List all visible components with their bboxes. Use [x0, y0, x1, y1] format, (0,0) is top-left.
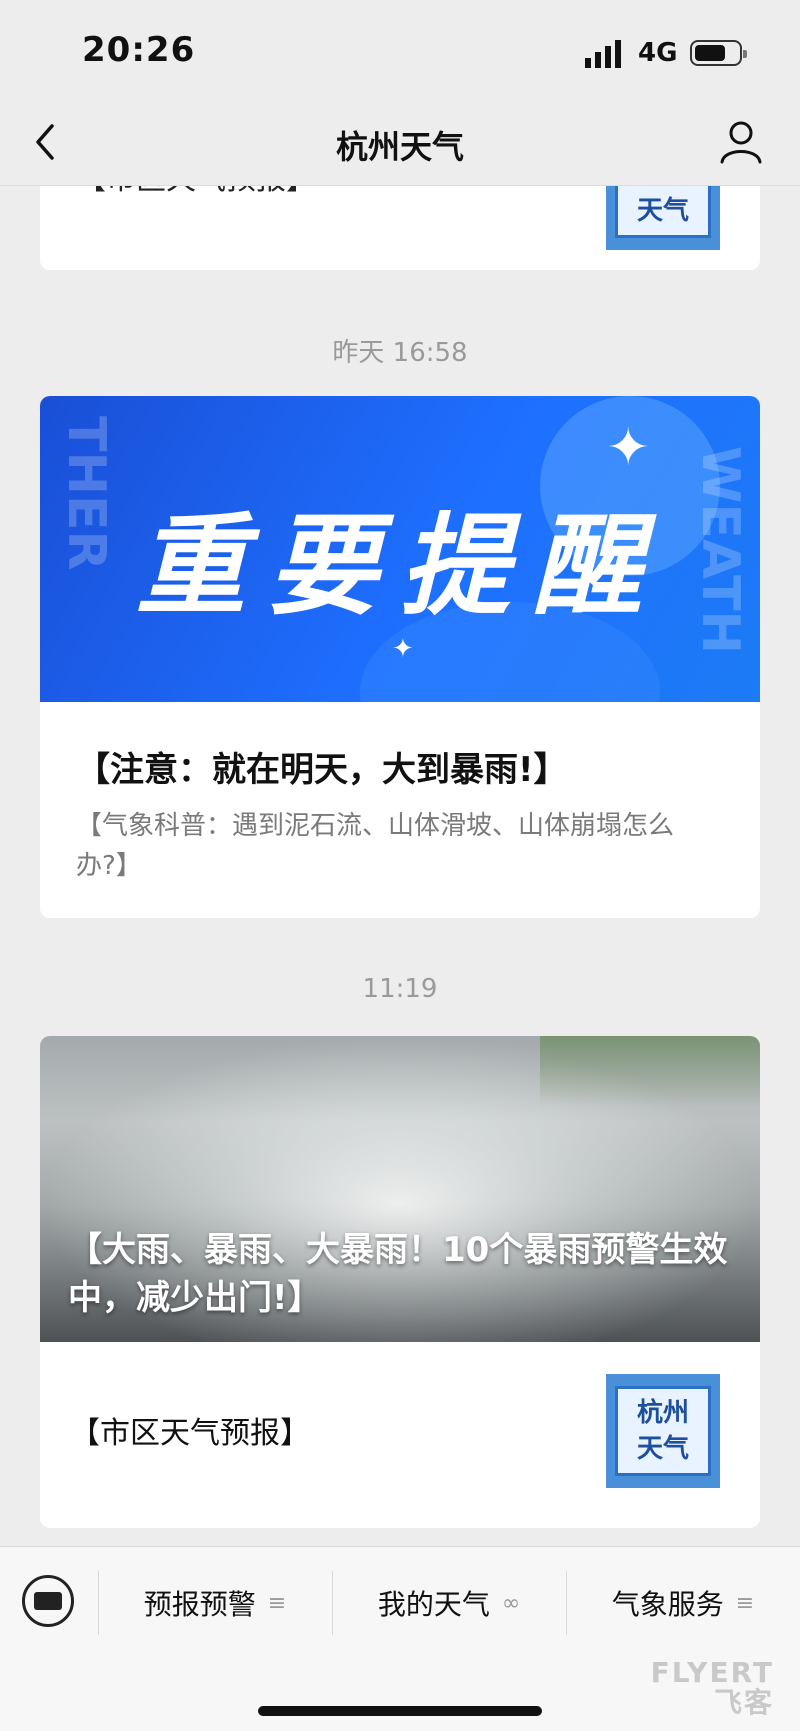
keyboard-icon[interactable]: [22, 1575, 74, 1627]
message-list: 【市区天气预报】 杭州 天气 昨天 16:58 THER WEATH ✦ ✦ 重…: [0, 186, 800, 1546]
article-title[interactable]: 【注意：就在明天，大到暴雨!】: [76, 742, 568, 791]
network-label: 4G: [638, 38, 678, 68]
signal-icon: [585, 40, 621, 68]
page-title: 杭州天气: [335, 128, 464, 166]
sparkle-icon: ✦: [606, 418, 650, 478]
watermark: FLYERT 飞客: [651, 1658, 774, 1718]
article-title: 【市区天气预报】: [76, 186, 316, 198]
thumb-text: 杭州: [637, 186, 689, 193]
article-card[interactable]: 【市区天气预报】 杭州 天气: [40, 186, 760, 270]
article-thumbnail: 杭州 天气: [606, 186, 720, 250]
watermark-text: FLYERT: [650, 1656, 774, 1689]
banner-title: 重要提醒: [136, 502, 664, 630]
menu-item-my-weather[interactable]: 我的天气 ∞: [332, 1563, 566, 1643]
timestamp: 11:19: [362, 974, 438, 1004]
thumb-text: 杭州: [636, 1398, 689, 1428]
menu-lines-icon: ≡: [735, 1590, 755, 1616]
article-card[interactable]: 【大雨、暴雨、大暴雨！10个暴雨预警生效中，减少出门!】 【市区天气预报】 杭州…: [40, 1036, 760, 1528]
menu-lines-icon: ≡: [267, 1590, 287, 1616]
timestamp: 昨天 16:58: [332, 338, 468, 368]
menu-item-services[interactable]: 气象服务 ≡: [566, 1563, 800, 1643]
thumb-text: 天气: [636, 196, 689, 226]
photo-caption: 【大雨、暴雨、大暴雨！10个暴雨预警生效中，减少出门!】: [68, 1230, 728, 1318]
thumb-text: 天气: [636, 1434, 689, 1464]
article-card[interactable]: THER WEATH ✦ ✦ 重要提醒 【注意：就在明天，大到暴雨!】 【气象科…: [40, 396, 760, 918]
home-indicator[interactable]: [258, 1706, 542, 1716]
article-sub-item[interactable]: 【市区天气预报】: [70, 1408, 310, 1452]
menu-item-label: 气象服务: [611, 1588, 724, 1621]
status-time: 20:26: [82, 30, 196, 70]
sparkle-icon: ✦: [392, 634, 414, 664]
article-sub-item[interactable]: 【气象科普：遇到泥石流、山体滑坡、山体崩塌怎么办?】: [76, 806, 716, 886]
status-bar: 20:26 4G: [0, 0, 800, 100]
bottom-menu: 预报预警 ≡ 我的天气 ∞ 气象服务 ≡: [0, 1546, 800, 1658]
menu-item-label: 预报预警: [143, 1588, 256, 1621]
person-icon[interactable]: [718, 118, 764, 164]
watermark-text: 飞客: [713, 1686, 774, 1719]
menu-item-forecast[interactable]: 预报预警 ≡: [98, 1563, 332, 1643]
nav-bar: 杭州天气: [0, 100, 800, 186]
article-thumbnail: 杭州 天气: [606, 1374, 720, 1488]
cover-photo[interactable]: 【大雨、暴雨、大暴雨！10个暴雨预警生效中，减少出门!】: [40, 1036, 760, 1342]
cover-banner[interactable]: THER WEATH ✦ ✦ 重要提醒: [40, 396, 760, 702]
battery-icon: [690, 40, 747, 66]
link-icon: ∞: [501, 1590, 521, 1616]
photo-grass: [540, 1036, 760, 1106]
menu-item-label: 我的天气: [377, 1588, 490, 1621]
